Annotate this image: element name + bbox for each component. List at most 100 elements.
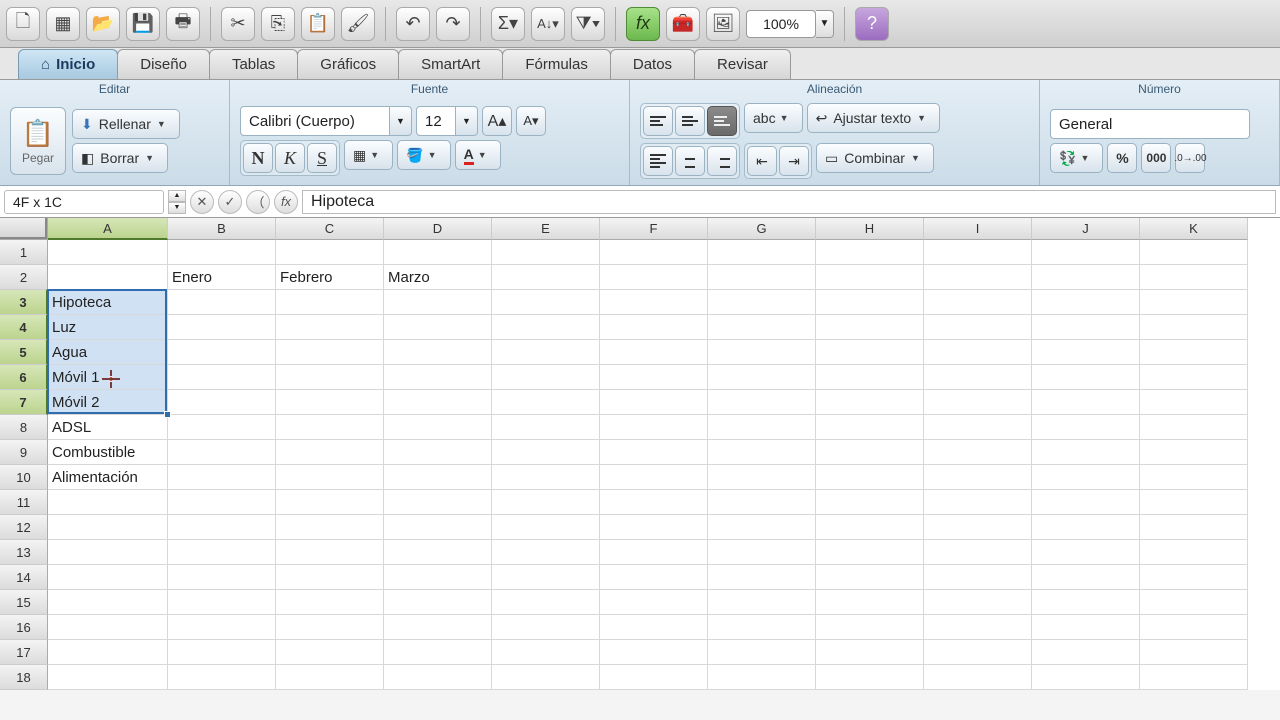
cell-I6[interactable]	[924, 365, 1032, 390]
cell-H5[interactable]	[816, 340, 924, 365]
row-header-16[interactable]: 16	[0, 615, 48, 640]
cell-E18[interactable]	[492, 665, 600, 690]
merge-button[interactable]: ▭ Combinar ▼	[816, 143, 934, 173]
cell-C9[interactable]	[276, 440, 384, 465]
wrap-text-button[interactable]: ↩ Ajustar texto ▼	[807, 103, 941, 133]
cell-K3[interactable]	[1140, 290, 1248, 315]
cell-I13[interactable]	[924, 540, 1032, 565]
format-painter-icon[interactable]: 🖌	[341, 7, 375, 41]
cell-D7[interactable]	[384, 390, 492, 415]
formula-input[interactable]: Hipoteca	[302, 190, 1276, 214]
cell-D11[interactable]	[384, 490, 492, 515]
cell-I11[interactable]	[924, 490, 1032, 515]
cells-area[interactable]: EneroFebreroMarzoHipotecaLuzAguaMóvil 1M…	[48, 240, 1248, 690]
cell-C5[interactable]	[276, 340, 384, 365]
font-color-button[interactable]: A▼	[455, 140, 501, 170]
cell-F13[interactable]	[600, 540, 708, 565]
cell-J9[interactable]	[1032, 440, 1140, 465]
cell-D2[interactable]: Marzo	[384, 265, 492, 290]
tab-inicio[interactable]: ⌂Inicio	[18, 49, 118, 79]
cell-A18[interactable]	[48, 665, 168, 690]
cell-G11[interactable]	[708, 490, 816, 515]
cell-I8[interactable]	[924, 415, 1032, 440]
cell-I1[interactable]	[924, 240, 1032, 265]
cell-E1[interactable]	[492, 240, 600, 265]
increase-decimal-button[interactable]: .0→.00	[1175, 143, 1205, 173]
cell-F12[interactable]	[600, 515, 708, 540]
cell-F5[interactable]	[600, 340, 708, 365]
cell-G2[interactable]	[708, 265, 816, 290]
row-header-10[interactable]: 10	[0, 465, 48, 490]
cell-G6[interactable]	[708, 365, 816, 390]
cell-B16[interactable]	[168, 615, 276, 640]
cell-H4[interactable]	[816, 315, 924, 340]
column-header-B[interactable]: B	[168, 218, 276, 240]
selection-fill-handle[interactable]	[164, 411, 171, 418]
cell-K10[interactable]	[1140, 465, 1248, 490]
cell-J15[interactable]	[1032, 590, 1140, 615]
column-header-E[interactable]: E	[492, 218, 600, 240]
cell-H13[interactable]	[816, 540, 924, 565]
cell-A7[interactable]: Móvil 2	[48, 390, 168, 415]
show-formulas-icon[interactable]: fx	[626, 7, 660, 41]
cell-G13[interactable]	[708, 540, 816, 565]
cell-K16[interactable]	[1140, 615, 1248, 640]
row-header-9[interactable]: 9	[0, 440, 48, 465]
column-header-C[interactable]: C	[276, 218, 384, 240]
percent-button[interactable]: %	[1107, 143, 1137, 173]
cell-E15[interactable]	[492, 590, 600, 615]
cell-K4[interactable]	[1140, 315, 1248, 340]
cell-C11[interactable]	[276, 490, 384, 515]
cell-G14[interactable]	[708, 565, 816, 590]
font-size-input[interactable]: 12	[416, 106, 456, 136]
cell-G12[interactable]	[708, 515, 816, 540]
cell-K15[interactable]	[1140, 590, 1248, 615]
shrink-font-button[interactable]: A▾	[516, 106, 546, 136]
cell-G5[interactable]	[708, 340, 816, 365]
cell-D5[interactable]	[384, 340, 492, 365]
cell-B11[interactable]	[168, 490, 276, 515]
cell-D4[interactable]	[384, 315, 492, 340]
cell-G3[interactable]	[708, 290, 816, 315]
toolbox-icon[interactable]: 🧰	[666, 7, 700, 41]
cell-K17[interactable]	[1140, 640, 1248, 665]
cell-G8[interactable]	[708, 415, 816, 440]
cell-G18[interactable]	[708, 665, 816, 690]
cell-J5[interactable]	[1032, 340, 1140, 365]
open-icon[interactable]: 📂	[86, 7, 120, 41]
cell-I12[interactable]	[924, 515, 1032, 540]
cell-A5[interactable]: Agua	[48, 340, 168, 365]
select-all-corner[interactable]	[0, 218, 48, 240]
cell-G7[interactable]	[708, 390, 816, 415]
cell-F9[interactable]	[600, 440, 708, 465]
cell-C18[interactable]	[276, 665, 384, 690]
bold-button[interactable]: N	[243, 143, 273, 173]
tab-tablas[interactable]: Tablas	[209, 49, 298, 79]
row-header-5[interactable]: 5	[0, 340, 48, 365]
cell-J17[interactable]	[1032, 640, 1140, 665]
cell-I9[interactable]	[924, 440, 1032, 465]
cell-D9[interactable]	[384, 440, 492, 465]
cell-A13[interactable]	[48, 540, 168, 565]
cell-E2[interactable]	[492, 265, 600, 290]
cut-icon[interactable]: ✂	[221, 7, 255, 41]
tab-revisar[interactable]: Revisar	[694, 49, 791, 79]
cell-E6[interactable]	[492, 365, 600, 390]
cell-E12[interactable]	[492, 515, 600, 540]
cell-I14[interactable]	[924, 565, 1032, 590]
cell-E14[interactable]	[492, 565, 600, 590]
cancel-formula-button[interactable]: ✕	[190, 190, 214, 214]
align-middle-button[interactable]	[675, 106, 705, 136]
cell-F15[interactable]	[600, 590, 708, 615]
column-header-G[interactable]: G	[708, 218, 816, 240]
cell-C8[interactable]	[276, 415, 384, 440]
print-icon[interactable]: 🖶	[166, 7, 200, 41]
cell-B13[interactable]	[168, 540, 276, 565]
cell-J6[interactable]	[1032, 365, 1140, 390]
cell-F18[interactable]	[600, 665, 708, 690]
cell-B18[interactable]	[168, 665, 276, 690]
cell-D14[interactable]	[384, 565, 492, 590]
cell-H1[interactable]	[816, 240, 924, 265]
cell-F1[interactable]	[600, 240, 708, 265]
redo-icon[interactable]: ↷	[436, 7, 470, 41]
